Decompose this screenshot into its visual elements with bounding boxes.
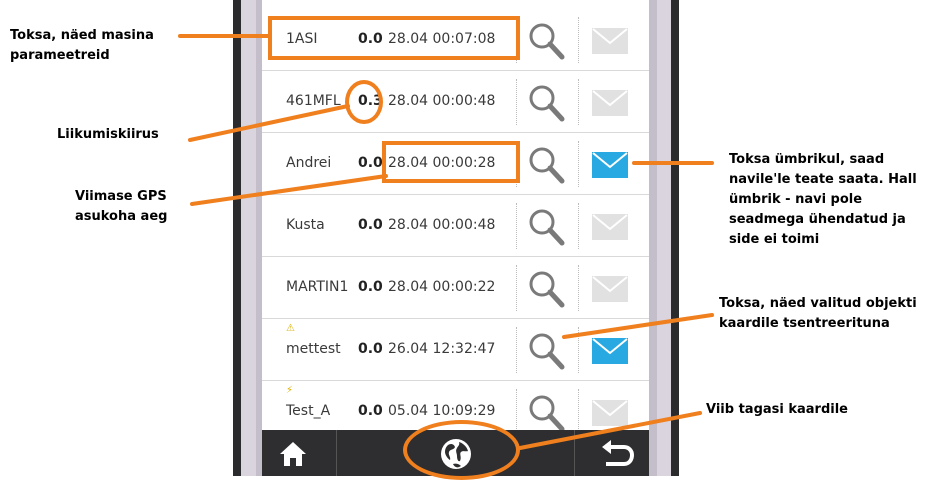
annotation-envelope-line: Toksa ümbrikul, saad bbox=[729, 152, 885, 167]
annotation-gps-line: asukoha aeg bbox=[75, 209, 168, 224]
annotation-speed-line: Liikumiskiirus bbox=[57, 127, 159, 142]
annotation-params: Toksa, näed masina parameetreid bbox=[10, 26, 154, 66]
annotation-speed: Liikumiskiirus bbox=[57, 125, 159, 145]
annotation-params-line: Toksa, näed masina bbox=[10, 28, 154, 43]
annotation-envelope-line: ümbrik - navi pole bbox=[729, 192, 863, 207]
annotation-back: Viib tagasi kaardile bbox=[706, 400, 848, 420]
annotation-envelope: Toksa ümbrikul, saad navile'le teate saa… bbox=[729, 150, 917, 250]
annotation-center-line: kaardile tsentreerituna bbox=[719, 316, 890, 331]
annotation-gps-line: Viimase GPS bbox=[75, 189, 167, 204]
annotation-envelope-line: navile'le teate saata. Hall bbox=[729, 172, 917, 187]
annotation-back-line: Viib tagasi kaardile bbox=[706, 402, 848, 417]
annotation-center-line: Toksa, näed valitud objekti bbox=[719, 296, 917, 311]
annotation-center: Toksa, näed valitud objekti kaardile tse… bbox=[719, 294, 917, 334]
annotation-gps: Viimase GPS asukoha aeg bbox=[75, 187, 167, 227]
annotation-envelope-line: side ei toimi bbox=[729, 232, 820, 247]
annotation-params-line: parameetreid bbox=[10, 48, 110, 63]
annotation-envelope-line: seadmega ühendatud ja bbox=[729, 212, 906, 227]
